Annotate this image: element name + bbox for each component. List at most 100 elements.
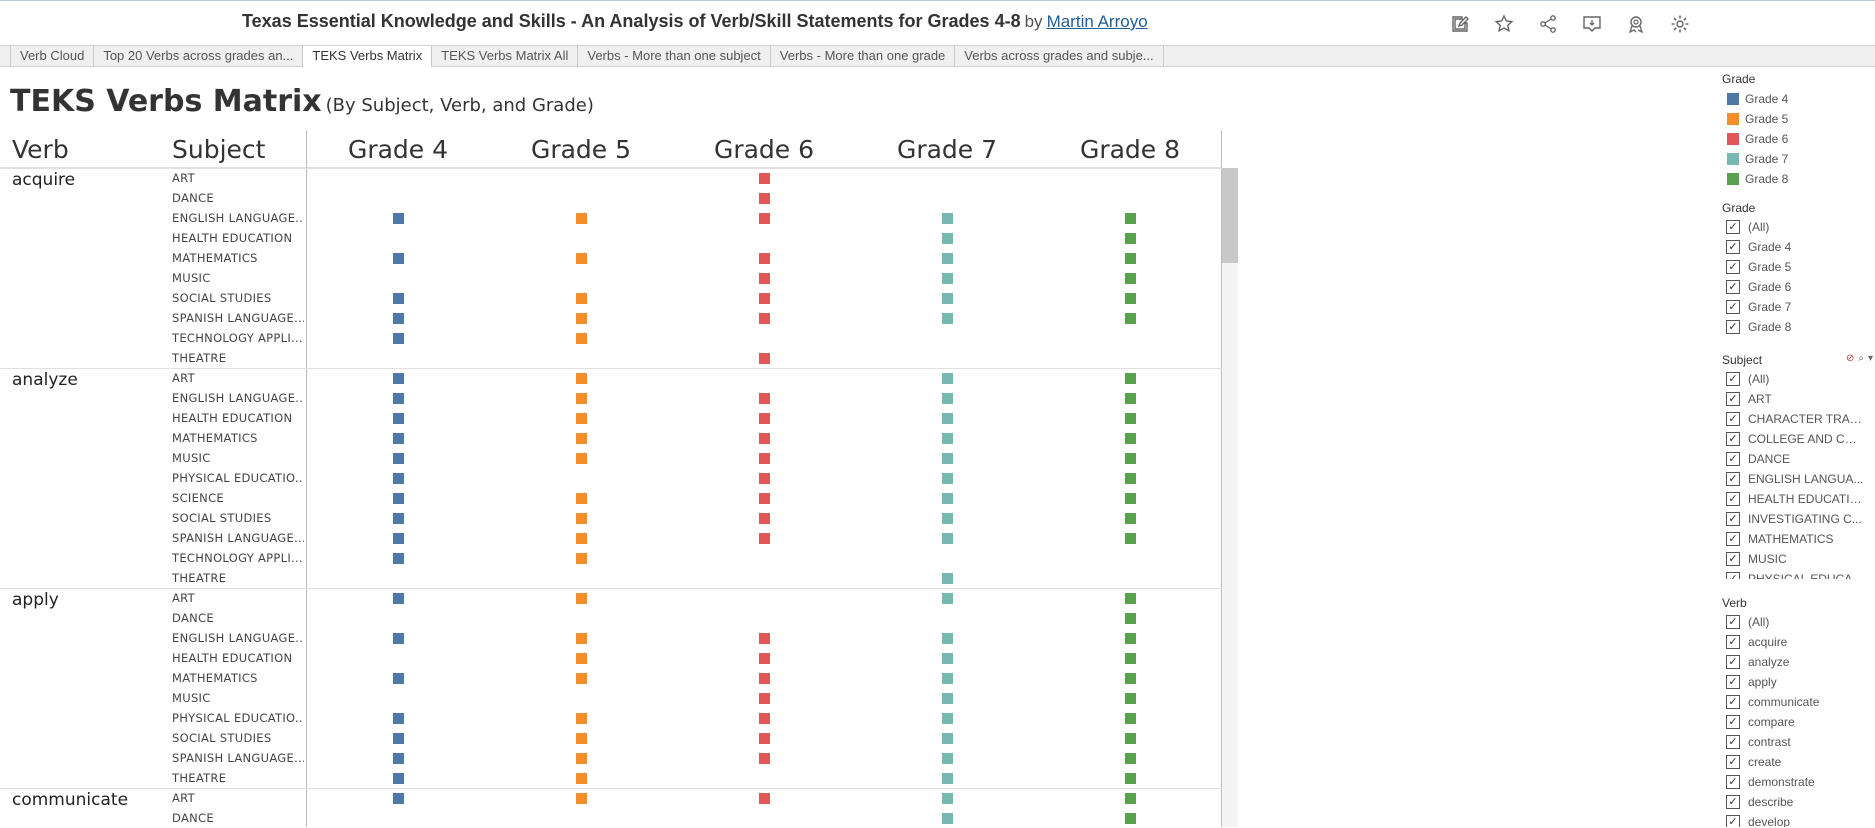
- mark-analyze-grade-4[interactable]: [393, 373, 404, 384]
- mark-analyze-grade-4[interactable]: [393, 473, 404, 484]
- legend-item-grade-4[interactable]: Grade 4: [1722, 89, 1875, 109]
- mark-acquire-grade-6[interactable]: [759, 353, 770, 364]
- grade-filter-option[interactable]: ✓ (All): [1722, 217, 1875, 237]
- mark-apply-grade-7[interactable]: [942, 653, 953, 664]
- mark-apply-grade-7[interactable]: [942, 693, 953, 704]
- subject-filter-option[interactable]: ✓ INVESTIGATING C...: [1722, 509, 1875, 529]
- mark-analyze-grade-8[interactable]: [1125, 493, 1136, 504]
- mark-acquire-grade-6[interactable]: [759, 293, 770, 304]
- mark-acquire-grade-8[interactable]: [1125, 233, 1136, 244]
- mark-communicate-grade-7[interactable]: [942, 793, 953, 804]
- mark-acquire-grade-8[interactable]: [1125, 253, 1136, 264]
- checkbox-checked-icon[interactable]: ✓: [1726, 512, 1740, 526]
- mark-analyze-grade-8[interactable]: [1125, 393, 1136, 404]
- checkbox-checked-icon[interactable]: ✓: [1726, 220, 1740, 234]
- mark-analyze-grade-5[interactable]: [576, 533, 587, 544]
- metrics-button[interactable]: [1621, 12, 1651, 36]
- mark-acquire-grade-5[interactable]: [576, 253, 587, 264]
- mark-analyze-grade-7[interactable]: [942, 573, 953, 584]
- mark-acquire-grade-8[interactable]: [1125, 273, 1136, 284]
- checkbox-checked-icon[interactable]: ✓: [1726, 695, 1740, 709]
- mark-analyze-grade-8[interactable]: [1125, 453, 1136, 464]
- mark-apply-grade-8[interactable]: [1125, 713, 1136, 724]
- mark-apply-grade-5[interactable]: [576, 713, 587, 724]
- mark-apply-grade-8[interactable]: [1125, 693, 1136, 704]
- grade-filter-option[interactable]: ✓ Grade 6: [1722, 277, 1875, 297]
- subject-filter-option[interactable]: ✓ HEALTH EDUCATION: [1722, 489, 1875, 509]
- mark-analyze-grade-4[interactable]: [393, 393, 404, 404]
- mark-apply-grade-7[interactable]: [942, 773, 953, 784]
- checkbox-checked-icon[interactable]: ✓: [1726, 755, 1740, 769]
- mark-analyze-grade-5[interactable]: [576, 453, 587, 464]
- checkbox-checked-icon[interactable]: ✓: [1726, 532, 1740, 546]
- mark-apply-grade-8[interactable]: [1125, 613, 1136, 624]
- checkbox-checked-icon[interactable]: ✓: [1726, 392, 1740, 406]
- mark-apply-grade-6[interactable]: [759, 633, 770, 644]
- mark-apply-grade-4[interactable]: [393, 633, 404, 644]
- mark-acquire-grade-4[interactable]: [393, 293, 404, 304]
- mark-analyze-grade-4[interactable]: [393, 513, 404, 524]
- comments-button[interactable]: [1577, 12, 1607, 36]
- mark-analyze-grade-7[interactable]: [942, 473, 953, 484]
- mark-apply-grade-4[interactable]: [393, 733, 404, 744]
- mark-analyze-grade-6[interactable]: [759, 513, 770, 524]
- mark-acquire-grade-5[interactable]: [576, 213, 587, 224]
- author-link[interactable]: Martin Arroyo: [1047, 12, 1148, 31]
- subject-filter-option[interactable]: ✓ MATHEMATICS: [1722, 529, 1875, 549]
- mark-apply-grade-4[interactable]: [393, 713, 404, 724]
- verb-filter-option[interactable]: ✓ communicate: [1722, 692, 1875, 712]
- mark-analyze-grade-8[interactable]: [1125, 473, 1136, 484]
- mark-analyze-grade-4[interactable]: [393, 433, 404, 444]
- mark-acquire-grade-8[interactable]: [1125, 313, 1136, 324]
- mark-analyze-grade-7[interactable]: [942, 373, 953, 384]
- verb-filter-option[interactable]: ✓ contrast: [1722, 732, 1875, 752]
- mark-apply-grade-8[interactable]: [1125, 753, 1136, 764]
- verb-filter-option[interactable]: ✓ describe: [1722, 792, 1875, 812]
- mark-analyze-grade-4[interactable]: [393, 453, 404, 464]
- subject-filter-option[interactable]: ✓ MUSIC: [1722, 549, 1875, 569]
- favorite-button[interactable]: [1489, 12, 1519, 36]
- grade-filter-option[interactable]: ✓ Grade 7: [1722, 297, 1875, 317]
- checkbox-checked-icon[interactable]: ✓: [1726, 412, 1740, 426]
- legend-item-grade-7[interactable]: Grade 7: [1722, 149, 1875, 169]
- mark-acquire-grade-7[interactable]: [942, 253, 953, 264]
- checkbox-checked-icon[interactable]: ✓: [1726, 655, 1740, 669]
- checkbox-checked-icon[interactable]: ✓: [1726, 635, 1740, 649]
- tab-4[interactable]: Verbs - More than one subject: [578, 46, 771, 66]
- checkbox-checked-icon[interactable]: ✓: [1726, 615, 1740, 629]
- mark-communicate-grade-6[interactable]: [759, 793, 770, 804]
- mark-apply-grade-8[interactable]: [1125, 633, 1136, 644]
- mark-analyze-grade-5[interactable]: [576, 393, 587, 404]
- mark-acquire-grade-4[interactable]: [393, 253, 404, 264]
- checkbox-checked-icon[interactable]: ✓: [1726, 492, 1740, 506]
- subject-filter-option[interactable]: ✓ (All): [1722, 369, 1875, 389]
- mark-apply-grade-8[interactable]: [1125, 733, 1136, 744]
- mark-apply-grade-4[interactable]: [393, 773, 404, 784]
- mark-acquire-grade-7[interactable]: [942, 313, 953, 324]
- subject-filter-option[interactable]: ✓ COLLEGE AND CAR...: [1722, 429, 1875, 449]
- mark-apply-grade-4[interactable]: [393, 673, 404, 684]
- verb-filter-option[interactable]: ✓ analyze: [1722, 652, 1875, 672]
- grade-filter-option[interactable]: ✓ Grade 4: [1722, 237, 1875, 257]
- mark-analyze-grade-6[interactable]: [759, 453, 770, 464]
- mark-acquire-grade-4[interactable]: [393, 333, 404, 344]
- mark-analyze-grade-6[interactable]: [759, 473, 770, 484]
- mark-communicate-grade-4[interactable]: [393, 793, 404, 804]
- mark-apply-grade-6[interactable]: [759, 733, 770, 744]
- mark-analyze-grade-8[interactable]: [1125, 533, 1136, 544]
- mark-apply-grade-8[interactable]: [1125, 653, 1136, 664]
- mark-analyze-grade-5[interactable]: [576, 413, 587, 424]
- mark-apply-grade-6[interactable]: [759, 693, 770, 704]
- mark-apply-grade-5[interactable]: [576, 773, 587, 784]
- mark-acquire-grade-6[interactable]: [759, 213, 770, 224]
- mark-apply-grade-5[interactable]: [576, 633, 587, 644]
- mark-acquire-grade-7[interactable]: [942, 293, 953, 304]
- mark-apply-grade-6[interactable]: [759, 753, 770, 764]
- checkbox-checked-icon[interactable]: ✓: [1726, 300, 1740, 314]
- mark-apply-grade-7[interactable]: [942, 713, 953, 724]
- verb-filter-option[interactable]: ✓ apply: [1722, 672, 1875, 692]
- mark-apply-grade-7[interactable]: [942, 733, 953, 744]
- subject-filter-option[interactable]: ✓ DANCE: [1722, 449, 1875, 469]
- mark-acquire-grade-7[interactable]: [942, 273, 953, 284]
- mark-apply-grade-5[interactable]: [576, 733, 587, 744]
